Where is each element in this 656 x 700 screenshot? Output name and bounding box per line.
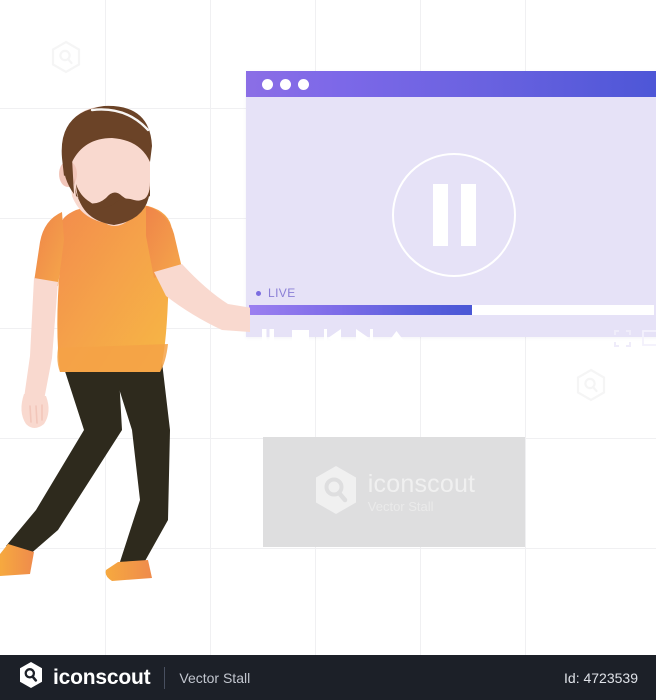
footer-brand: iconscout xyxy=(53,665,151,689)
footer-divider xyxy=(164,666,166,689)
pause-bar-right xyxy=(460,184,476,246)
center-watermark-block: iconscout Vector Stall xyxy=(263,437,525,547)
stop-button[interactable] xyxy=(284,325,316,351)
man-walking-illustration xyxy=(0,100,250,600)
player-screen: LIVE xyxy=(246,97,656,347)
media-player-window: LIVE xyxy=(246,71,656,347)
player-title-bar xyxy=(246,71,656,97)
live-label: LIVE xyxy=(268,286,296,300)
player-controls xyxy=(252,325,656,351)
footer-bar: iconscout Vector Stall Id: 4723539 xyxy=(0,655,656,700)
footer-asset-id: Id: 4723539 xyxy=(564,669,638,686)
eject-button[interactable] xyxy=(380,325,412,351)
live-status: LIVE xyxy=(256,286,296,300)
illustration-canvas: iconscout Vector Stall LIVE iconscout Ve… xyxy=(0,0,656,700)
hex-watermark-right-lower xyxy=(575,368,607,402)
fullscreen-button[interactable] xyxy=(606,325,638,351)
iconscout-hexagon-logo-icon xyxy=(18,661,44,694)
iconscout-hexagon-logo-icon xyxy=(313,465,359,520)
progress-bar-fill xyxy=(249,305,472,315)
screen-size-button[interactable] xyxy=(638,325,656,351)
pause-button[interactable] xyxy=(252,325,284,351)
watermark-title: iconscout xyxy=(367,469,476,498)
pause-circle-icon[interactable] xyxy=(392,153,516,277)
window-dot-1[interactable] xyxy=(262,78,273,90)
next-button[interactable] xyxy=(348,325,380,351)
pause-bar-left xyxy=(432,184,448,246)
live-indicator-dot xyxy=(256,290,261,296)
progress-bar[interactable] xyxy=(249,305,654,315)
footer-vendor: Vector Stall xyxy=(179,669,251,686)
previous-button[interactable] xyxy=(316,325,348,351)
hex-watermark-top-left xyxy=(50,40,82,74)
window-dot-3[interactable] xyxy=(298,78,309,90)
window-dot-2[interactable] xyxy=(280,78,291,90)
watermark-subtitle: Vector Stall xyxy=(367,498,434,514)
